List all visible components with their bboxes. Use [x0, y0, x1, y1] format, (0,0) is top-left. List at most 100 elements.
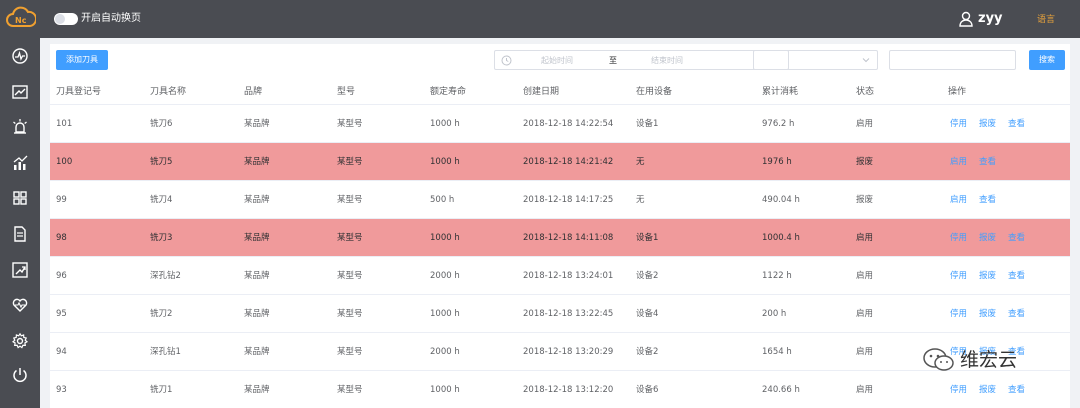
- table-row: 98 铣刀3 某品牌 某型号 1000 h 2018-12-18 14:11:08 设备1 1…: [50, 219, 1070, 257]
- col-header-device: 在用设备: [636, 87, 673, 97]
- svg-text:Nc: Nc: [15, 16, 27, 25]
- start-date-input[interactable]: 起始时间: [541, 55, 573, 66]
- action-link[interactable]: 查看: [1008, 308, 1025, 320]
- tool-panel: 添加刀具 起始时间 至 结束时间 搜索 刀具登记号 刀具名称 品牌 型号 额定寿…: [50, 44, 1070, 408]
- cell-name: 铣刀5: [150, 157, 173, 167]
- search-input[interactable]: [889, 50, 1016, 70]
- action-link[interactable]: 查看: [1008, 118, 1025, 130]
- cell-date: 2018-12-18 14:11:08: [523, 233, 614, 243]
- cell-brand: 某品牌: [244, 233, 270, 243]
- cell-status: 报废: [856, 195, 874, 205]
- action-link[interactable]: 停用: [950, 270, 967, 282]
- col-header-model: 型号: [337, 87, 356, 97]
- user-icon: [959, 11, 973, 27]
- cell-usage: 1654 h: [762, 347, 792, 357]
- cell-name: 深孔钻2: [150, 271, 181, 281]
- cell-life: 1000 h: [430, 385, 460, 395]
- cell-status: 启用: [856, 119, 874, 129]
- cell-life: 2000 h: [430, 347, 460, 357]
- heart-icon[interactable]: [11, 296, 29, 314]
- cell-brand: 某品牌: [244, 347, 270, 357]
- action-link[interactable]: 查看: [1008, 232, 1025, 244]
- table-row: 101 铣刀6 某品牌 某型号 1000 h 2018-12-18 14:22:54 设备1…: [50, 105, 1070, 143]
- action-link[interactable]: 停用: [950, 384, 967, 396]
- cell-life: 500 h: [430, 195, 455, 205]
- power-icon[interactable]: [11, 366, 29, 384]
- table-row: 93 铣刀1 某品牌 某型号 1000 h 2018-12-18 13:12:20 设备6 2…: [50, 371, 1070, 408]
- cell-usage: 200 h: [762, 309, 787, 319]
- action-link[interactable]: 启用: [950, 156, 967, 168]
- action-link[interactable]: 报废: [979, 232, 996, 244]
- action-link[interactable]: 查看: [979, 194, 996, 206]
- action-link[interactable]: 报废: [979, 384, 996, 396]
- settings-icon[interactable]: [11, 332, 29, 350]
- cell-date: 2018-12-18 13:24:01: [523, 271, 614, 281]
- watermark: 维宏云: [922, 343, 1048, 377]
- col-header-brand: 品牌: [244, 87, 263, 97]
- cell-device: 设备1: [636, 119, 659, 129]
- username[interactable]: zyy: [978, 10, 1003, 28]
- cell-id: 96: [56, 271, 67, 281]
- action-link[interactable]: 查看: [1008, 270, 1025, 282]
- cell-usage: 240.66 h: [762, 385, 800, 395]
- cell-model: 某型号: [337, 195, 363, 205]
- cell-status: 启用: [856, 385, 874, 395]
- line-chart-icon[interactable]: [11, 83, 29, 101]
- cell-date: 2018-12-18 14:17:25: [523, 195, 614, 205]
- cell-id: 93: [56, 385, 67, 395]
- col-header-usage: 累计消耗: [762, 87, 799, 97]
- grid-icon[interactable]: [11, 189, 29, 207]
- document-icon[interactable]: [11, 225, 29, 243]
- bar-chart-icon[interactable]: [11, 154, 29, 172]
- action-link[interactable]: 启用: [950, 194, 967, 206]
- cell-life: 1000 h: [430, 233, 460, 243]
- cell-device: 无: [636, 157, 645, 167]
- cell-usage: 1976 h: [762, 157, 792, 167]
- cell-name: 铣刀2: [150, 309, 173, 319]
- table-row: 94 深孔钻1 某品牌 某型号 2000 h 2018-12-18 13:20:29 设备2…: [50, 333, 1070, 371]
- auto-page-toggle[interactable]: [54, 13, 78, 25]
- cell-device: 设备6: [636, 385, 659, 395]
- cell-name: 深孔钻1: [150, 347, 181, 357]
- action-link[interactable]: 报废: [979, 308, 996, 320]
- cell-date: 2018-12-18 13:22:45: [523, 309, 614, 319]
- cell-brand: 某品牌: [244, 271, 270, 281]
- col-header-id: 刀具登记号: [56, 87, 102, 97]
- device-select[interactable]: [753, 50, 878, 70]
- nc-logo: Nc: [6, 6, 36, 27]
- cell-model: 某型号: [337, 157, 363, 167]
- cell-model: 某型号: [337, 385, 363, 395]
- cell-usage: 1122 h: [762, 271, 792, 281]
- cell-brand: 某品牌: [244, 119, 270, 129]
- action-link[interactable]: 查看: [1008, 384, 1025, 396]
- cell-name: 铣刀4: [150, 195, 173, 205]
- action-link[interactable]: 查看: [979, 156, 996, 168]
- cell-status: 启用: [856, 309, 874, 319]
- cell-status: 启用: [856, 347, 874, 357]
- cell-id: 95: [56, 309, 67, 319]
- report-icon[interactable]: [11, 261, 29, 279]
- cell-id: 98: [56, 233, 67, 243]
- search-button[interactable]: 搜索: [1029, 50, 1065, 70]
- action-link[interactable]: 停用: [950, 232, 967, 244]
- cell-device: 设备1: [636, 233, 659, 243]
- alarm-icon[interactable]: [11, 118, 29, 136]
- cell-life: 1000 h: [430, 119, 460, 129]
- action-link[interactable]: 停用: [950, 308, 967, 320]
- auto-page-label: 开启自动换页: [81, 13, 141, 24]
- watermark-text: 维宏云: [960, 349, 1018, 371]
- end-date-input[interactable]: 结束时间: [651, 55, 683, 66]
- action-link[interactable]: 报废: [979, 270, 996, 282]
- cell-life: 1000 h: [430, 309, 460, 319]
- action-link[interactable]: 停用: [950, 118, 967, 130]
- col-header-actions: 操作: [948, 87, 967, 97]
- add-tool-button[interactable]: 添加刀具: [56, 50, 108, 70]
- cell-model: 某型号: [337, 309, 363, 319]
- cell-device: 设备2: [636, 271, 659, 281]
- col-header-name: 刀具名称: [150, 87, 187, 97]
- language-switch[interactable]: 语言: [1037, 14, 1055, 26]
- date-range-picker[interactable]: 起始时间 至 结束时间: [494, 50, 789, 70]
- action-link[interactable]: 报废: [979, 118, 996, 130]
- cell-status: 启用: [856, 233, 874, 243]
- dashboard-icon[interactable]: [11, 47, 29, 65]
